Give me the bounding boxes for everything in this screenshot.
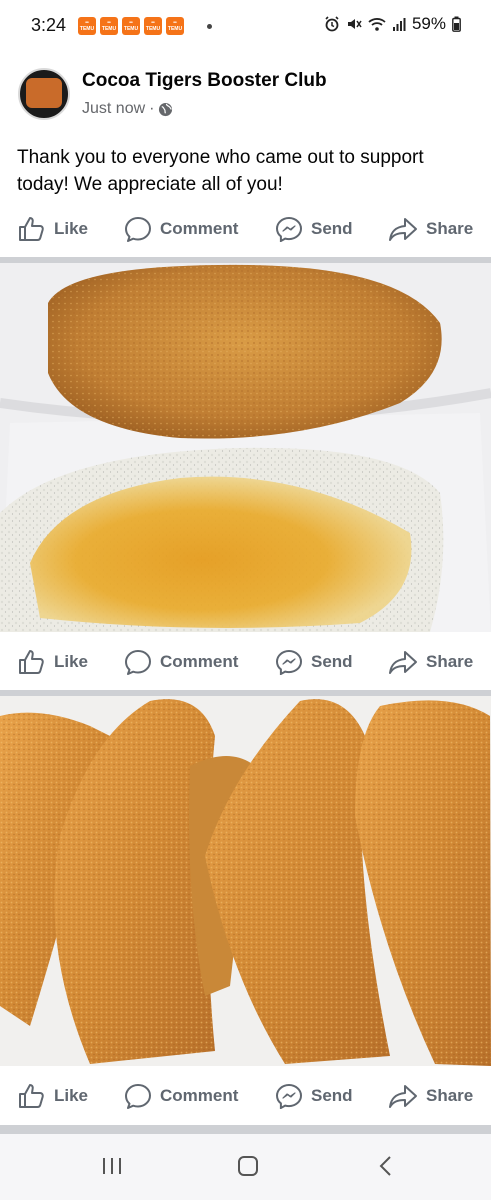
status-time: 3:24 bbox=[31, 15, 67, 35]
share-icon bbox=[389, 218, 417, 241]
send-label: Send bbox=[311, 1086, 353, 1105]
comment-icon bbox=[125, 217, 151, 242]
divider bbox=[0, 1125, 491, 1134]
messenger-icon bbox=[275, 216, 303, 242]
like-button[interactable]: Like bbox=[18, 216, 88, 242]
tiger-logo bbox=[26, 78, 62, 108]
comment-button[interactable]: Comment bbox=[124, 1083, 238, 1109]
action-bar-photo-2: Like Comment Send Share bbox=[0, 1071, 491, 1121]
fish-fillets-image bbox=[0, 696, 491, 1066]
temu-icon: •• TEMU bbox=[78, 17, 96, 35]
share-icon bbox=[389, 1085, 417, 1108]
comment-icon bbox=[125, 650, 151, 675]
like-icon bbox=[19, 650, 44, 674]
like-label: Like bbox=[54, 219, 89, 238]
battery-icon bbox=[452, 16, 461, 32]
temu-icon: •• TEMU bbox=[100, 17, 118, 35]
status-right: 59% bbox=[324, 14, 461, 34]
battery-percent: 59% bbox=[411, 14, 446, 33]
alarm-icon bbox=[325, 16, 339, 32]
home-icon bbox=[238, 1156, 258, 1176]
back-button[interactable] bbox=[362, 1148, 410, 1184]
more-notifications-dot bbox=[207, 24, 212, 29]
like-icon bbox=[19, 217, 44, 241]
status-bar: 3:24 •• TEMU •• TEMU •• TEMU •• TEMU •• TEMU … bbox=[0, 0, 491, 50]
share-label: Share bbox=[426, 1086, 474, 1105]
like-label: Like bbox=[54, 652, 89, 671]
comment-button[interactable]: Comment bbox=[124, 649, 238, 675]
send-button[interactable]: Send bbox=[275, 216, 353, 242]
signal-icon bbox=[392, 18, 406, 31]
notification-icons: •• TEMU •• TEMU •• TEMU •• TEMU •• TEMU bbox=[78, 17, 184, 35]
share-button[interactable]: Share bbox=[388, 649, 473, 675]
send-button[interactable]: Send bbox=[275, 649, 353, 675]
share-label: Share bbox=[426, 652, 474, 671]
photo-fish-fillets[interactable] bbox=[0, 696, 491, 1066]
wifi-icon bbox=[368, 18, 386, 31]
messenger-icon bbox=[275, 1083, 303, 1109]
comment-icon bbox=[125, 1084, 151, 1109]
fish-and-grits-image bbox=[0, 263, 491, 632]
like-button[interactable]: Like bbox=[18, 1083, 88, 1109]
post-time[interactable]: Just now bbox=[82, 100, 145, 118]
send-button[interactable]: Send bbox=[275, 1083, 353, 1109]
share-button[interactable]: Share bbox=[388, 1083, 473, 1109]
temu-icon: •• TEMU bbox=[122, 17, 140, 35]
post-meta: Just now · bbox=[82, 100, 173, 118]
photo-fish-and-grits[interactable] bbox=[0, 263, 491, 632]
like-button[interactable]: Like bbox=[18, 649, 88, 675]
comment-label: Comment bbox=[160, 652, 239, 671]
action-bar-photo-1: Like Comment Send Share bbox=[0, 637, 491, 687]
share-button[interactable]: Share bbox=[388, 216, 473, 242]
send-label: Send bbox=[311, 652, 353, 671]
page-avatar[interactable] bbox=[18, 68, 70, 120]
share-icon bbox=[389, 651, 417, 674]
recents-icon bbox=[103, 1158, 121, 1174]
post-text: Thank you to everyone who came out to su… bbox=[17, 147, 424, 195]
send-label: Send bbox=[311, 219, 353, 238]
share-label: Share bbox=[426, 219, 474, 238]
system-nav-bar bbox=[0, 1134, 491, 1200]
meta-separator: · bbox=[149, 100, 155, 117]
like-icon bbox=[19, 1084, 44, 1108]
mute-icon bbox=[347, 19, 362, 29]
temu-icon: •• TEMU bbox=[144, 17, 162, 35]
action-bar-post: Like Comment Send Share bbox=[0, 204, 491, 254]
recents-button[interactable] bbox=[88, 1148, 136, 1184]
comment-label: Comment bbox=[160, 219, 239, 238]
page-name[interactable]: Cocoa Tigers Booster Club bbox=[82, 70, 327, 92]
messenger-icon bbox=[275, 649, 303, 675]
comment-button[interactable]: Comment bbox=[124, 216, 238, 242]
back-icon bbox=[379, 1156, 391, 1176]
like-label: Like bbox=[54, 1086, 89, 1105]
temu-icon: •• TEMU bbox=[166, 17, 184, 35]
home-button[interactable] bbox=[224, 1148, 272, 1184]
globe-icon bbox=[159, 102, 173, 116]
comment-label: Comment bbox=[160, 1086, 239, 1105]
